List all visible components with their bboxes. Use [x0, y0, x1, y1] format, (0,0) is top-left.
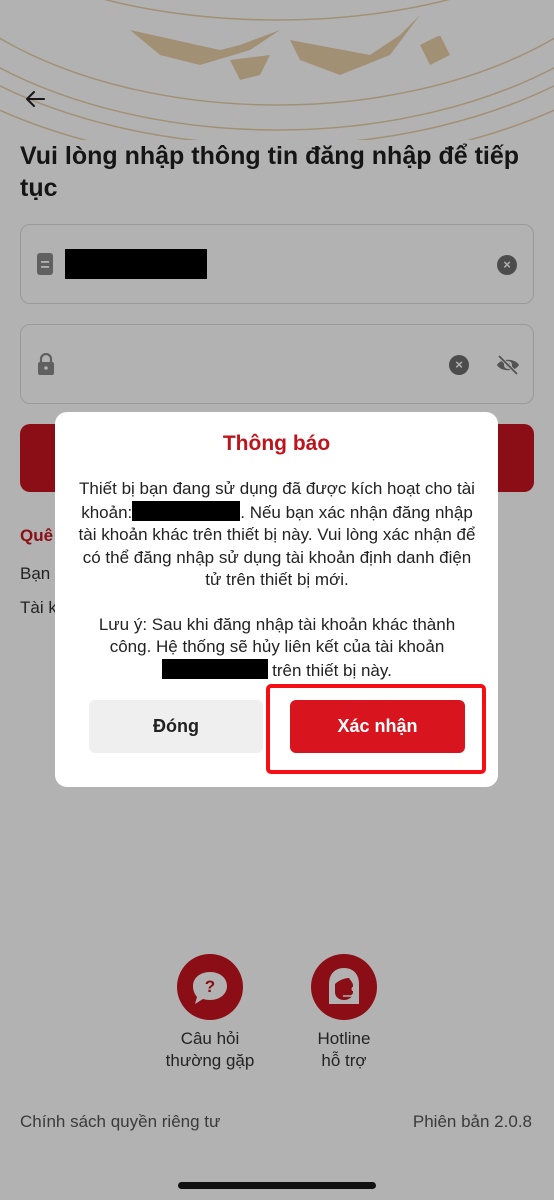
- close-button[interactable]: Đóng: [89, 700, 263, 753]
- account-redacted: [162, 658, 269, 679]
- home-indicator[interactable]: [178, 1182, 376, 1189]
- dialog-note-part2: trên thiết bị này.: [272, 660, 392, 680]
- confirm-button[interactable]: Xác nhận: [290, 700, 465, 753]
- notification-dialog: Thông báo Thiết bị bạn đang sử dụng đã đ…: [55, 412, 498, 787]
- dialog-body: Thiết bị bạn đang sử dụng đã được kích h…: [77, 478, 477, 682]
- dialog-note: Lưu ý: Sau khi đăng nhập tài khoản khác …: [77, 614, 477, 683]
- dialog-title: Thông báo: [222, 432, 331, 455]
- dialog-message: Thiết bị bạn đang sử dụng đã được kích h…: [77, 478, 477, 592]
- account-redacted: [132, 500, 241, 521]
- login-screen: 23:47 ◀ App Store Vui lòng nhập thông ti…: [0, 0, 554, 1200]
- dialog-note-part1: Lưu ý: Sau khi đăng nhập tài khoản khác …: [98, 614, 456, 657]
